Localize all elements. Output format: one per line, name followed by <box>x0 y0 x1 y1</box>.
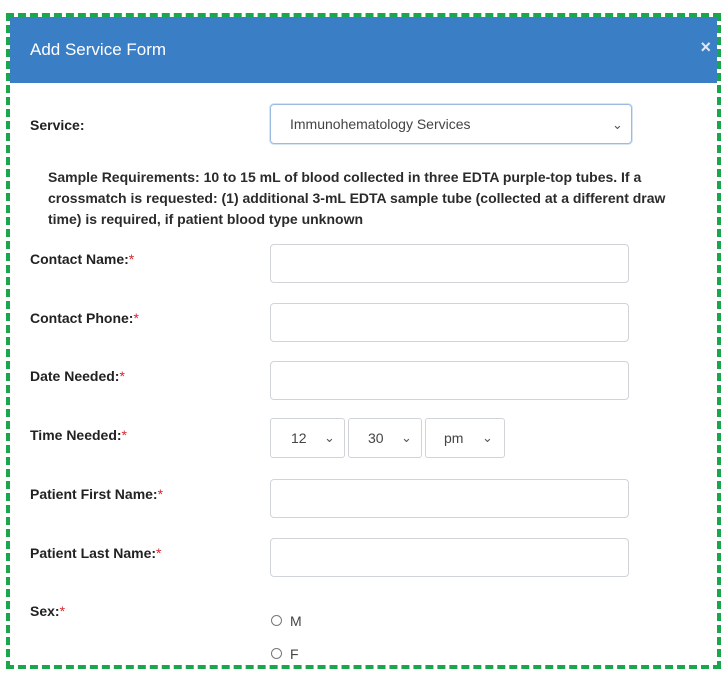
sample-requirements-note: Sample Requirements: 10 to 15 mL of bloo… <box>48 169 666 227</box>
required-asterisk: * <box>119 368 125 384</box>
required-asterisk: * <box>156 545 162 561</box>
ampm-select[interactable]: pm ⌄ <box>425 418 505 458</box>
required-asterisk: * <box>128 251 135 267</box>
required-asterisk: * <box>157 486 164 502</box>
hour-value: 12 <box>291 430 307 446</box>
radio-button[interactable] <box>271 614 282 626</box>
chevron-down-icon: ⌄ <box>401 430 412 445</box>
minute-select[interactable]: 30 ⌄ <box>348 418 422 458</box>
time-needed-label: Time Needed:* <box>30 427 127 443</box>
sex-option-m[interactable]: M <box>271 613 302 629</box>
close-icon[interactable]: × <box>700 37 711 58</box>
contact-name-input[interactable] <box>270 244 629 283</box>
service-select-value: Immunohematology Services <box>290 116 471 132</box>
sex-option-label: M <box>290 613 302 629</box>
service-select[interactable]: Immunohematology Services ⌄ <box>270 104 632 144</box>
sex-label: Sex:* <box>30 603 66 619</box>
required-asterisk: * <box>133 310 139 326</box>
contact-phone-label: Contact Phone:* <box>30 310 139 326</box>
modal-header: Add Service Form × <box>10 17 717 83</box>
patient-first-name-label: Patient First Name:* <box>30 486 164 502</box>
ampm-value: pm <box>444 430 464 446</box>
contact-name-label: Contact Name:* <box>30 251 135 267</box>
service-label: Service: <box>30 117 85 133</box>
sex-option-label: F <box>290 646 299 662</box>
sex-option-f[interactable]: F <box>271 646 299 662</box>
chevron-down-icon: ⌄ <box>324 430 335 445</box>
chevron-down-icon: ⌄ <box>612 117 623 132</box>
patient-last-name-input[interactable] <box>270 538 629 577</box>
patient-last-name-label: Patient Last Name:* <box>30 545 162 561</box>
required-asterisk: * <box>59 603 66 619</box>
required-asterisk: * <box>121 427 127 443</box>
radio-button[interactable] <box>271 647 282 659</box>
add-service-modal: Add Service Form × Service: Immunohemato… <box>10 17 717 665</box>
minute-value: 30 <box>368 430 384 446</box>
chevron-down-icon: ⌄ <box>482 430 493 445</box>
date-needed-input[interactable] <box>270 361 629 400</box>
patient-first-name-input[interactable] <box>270 479 629 518</box>
hour-select[interactable]: 12 ⌄ <box>270 418 345 458</box>
modal-title: Add Service Form <box>30 40 167 59</box>
date-needed-label: Date Needed:* <box>30 368 125 384</box>
contact-phone-input[interactable] <box>270 303 629 342</box>
